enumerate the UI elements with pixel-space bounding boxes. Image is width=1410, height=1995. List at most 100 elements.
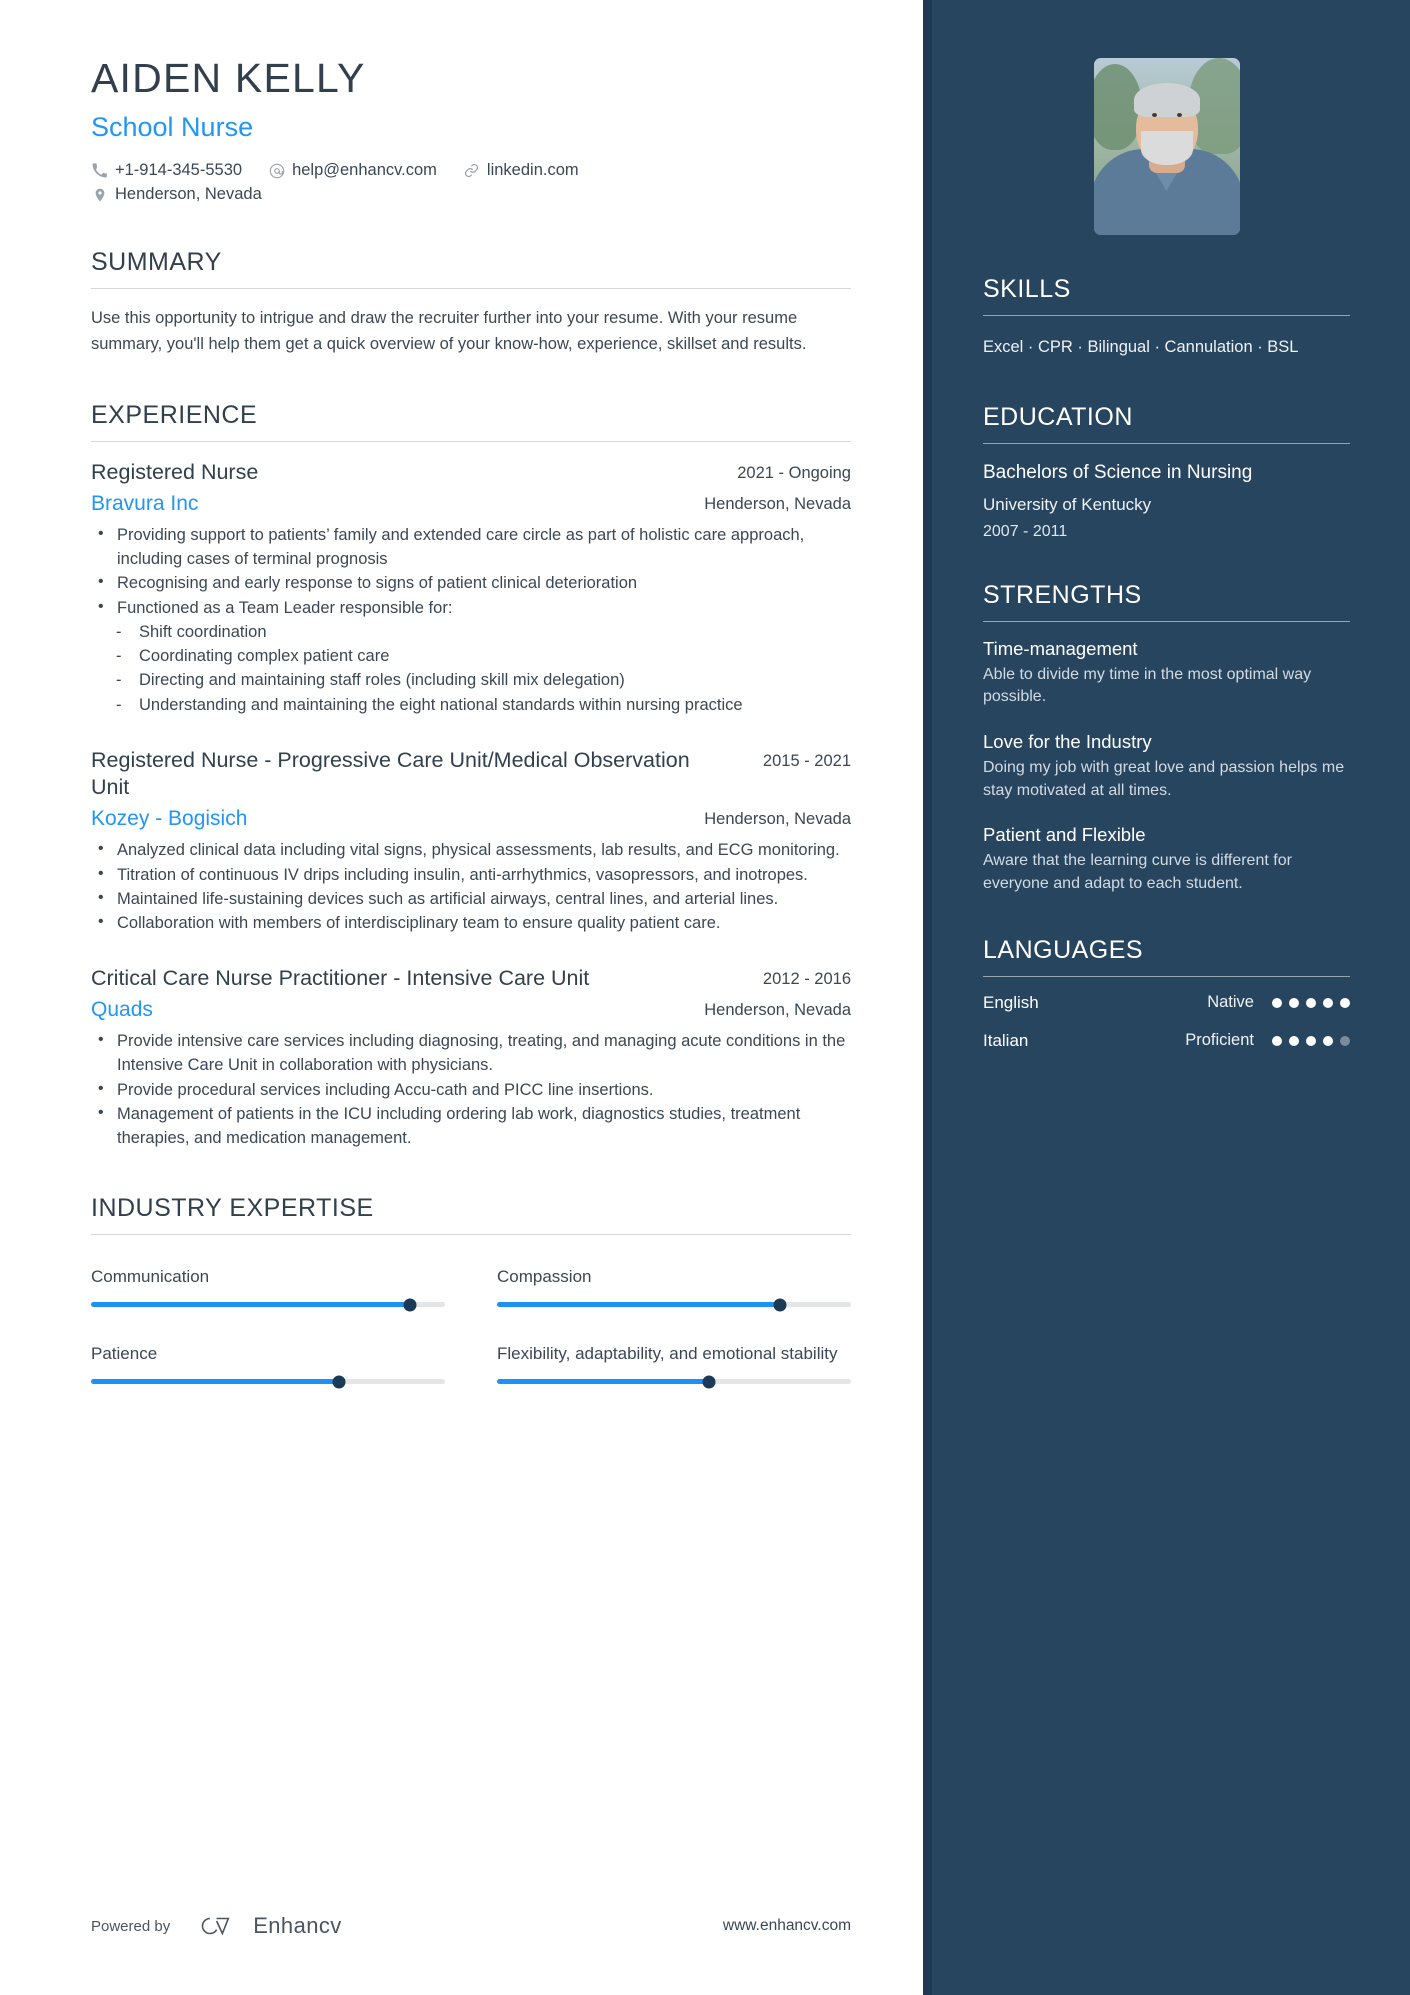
strengths-heading: STRENGTHS: [983, 580, 1142, 609]
strength-description: Doing my job with great love and passion…: [983, 759, 1345, 799]
job-bullet: Recognising and early response to signs …: [91, 570, 851, 595]
job-bullet: Functioned as a Team Leader responsible …: [91, 595, 851, 620]
job-dates: 2021 - Ongoing: [737, 464, 851, 483]
language-level-dot: [1340, 997, 1350, 1008]
summary-section: SUMMARY Use this opportunity to intrigue…: [91, 248, 851, 357]
language-level-dots: [1272, 1035, 1350, 1046]
education-degree: Bachelors of Science in Nursing: [983, 462, 1253, 484]
experience-entry: Critical Care Nurse Practitioner - Inten…: [91, 965, 851, 1150]
expertise-slider-fill: [497, 1302, 781, 1308]
enhancv-logo-icon: [196, 1913, 242, 1939]
expertise-slider[interactable]: [91, 1298, 445, 1312]
expertise-slider-knob[interactable]: [403, 1298, 417, 1312]
phone-icon: [91, 162, 108, 179]
job-subbullet: Understanding and maintaining the eight …: [91, 693, 851, 718]
expertise-slider[interactable]: [91, 1375, 445, 1389]
industry-expertise-divider: [91, 1234, 851, 1236]
expertise-label: Compassion: [497, 1267, 592, 1287]
contact-location: Henderson, Nevada: [91, 185, 262, 204]
contact-info: +1-914-345-5530 help@enhancv.com linkedi…: [91, 161, 851, 204]
skills-list-text: Excel · CPR · Bilingual · Cannulation · …: [983, 338, 1299, 356]
experience-entry-subheader: Bravura Inc Henderson, Nevada: [91, 490, 851, 517]
job-bullet-list: Providing support to patients’ family an…: [91, 522, 851, 620]
language-level-dot: [1272, 1035, 1282, 1046]
languages-heading: LANGUAGES: [983, 935, 1144, 964]
experience-entry: Registered Nurse - Progressive Care Unit…: [91, 747, 851, 935]
job-bullet: Provide procedural services including Ac…: [91, 1077, 851, 1102]
job-bullet: Management of patients in the ICU includ…: [91, 1101, 851, 1151]
sidebar: SKILLS Excel · CPR · Bilingual · Cannula…: [923, 0, 1410, 1995]
job-subbullet: Coordinating complex patient care: [91, 644, 851, 669]
education-dates: 2007 - 2011: [983, 522, 1068, 540]
experience-entry-header: Critical Care Nurse Practitioner - Inten…: [91, 965, 851, 993]
language-level-dot: [1272, 997, 1282, 1008]
expertise-slider[interactable]: [497, 1298, 851, 1312]
resume-page: AIDEN KELLY School Nurse +1-914-345-5530…: [0, 0, 1410, 1995]
language-level-dot: [1289, 1035, 1299, 1046]
language-level-dot: [1306, 1035, 1316, 1046]
expertise-slider-fill: [91, 1302, 410, 1308]
job-company[interactable]: Bravura Inc: [91, 490, 198, 517]
job-bullet-list: Provide intensive care services includin…: [91, 1028, 851, 1151]
job-location: Henderson, Nevada: [704, 1000, 851, 1019]
job-dates: 2012 - 2016: [762, 970, 851, 989]
strength-name: Love for the Industry: [983, 731, 1152, 753]
skills-heading: SKILLS: [983, 275, 1071, 303]
expertise-slider-knob[interactable]: [332, 1375, 346, 1389]
enhancv-brand-text: Enhancv: [253, 1913, 342, 1938]
expertise-item: Compassion: [497, 1252, 851, 1325]
strength-name: Patient and Flexible: [983, 824, 1146, 846]
strengths-section: STRENGTHS Time-management Able to divide …: [983, 581, 1350, 896]
expertise-label: Communication: [91, 1267, 210, 1287]
job-bullet: Maintained life-sustaining devices such …: [91, 886, 851, 911]
job-title: Registered Nurse - Progressive Care Unit…: [91, 747, 690, 800]
job-location: Henderson, Nevada: [704, 494, 851, 513]
skills-section: SKILLS Excel · CPR · Bilingual · Cannula…: [983, 275, 1350, 363]
contact-email[interactable]: help@enhancv.com: [268, 161, 437, 180]
strength-item: Love for the Industry Doing my job with g…: [983, 731, 1350, 802]
job-subbullet: Shift coordination: [91, 620, 851, 645]
education-heading: EDUCATION: [983, 403, 1133, 432]
expertise-slider-fill: [91, 1379, 339, 1385]
email-icon: [268, 162, 285, 179]
education-list: Bachelors of Science in Nursing Universit…: [983, 460, 1350, 540]
strengths-divider: [983, 620, 1350, 622]
language-level-dot: [1289, 997, 1299, 1008]
experience-entry-subheader: Kozey - Bogisich Henderson, Nevada: [91, 805, 851, 832]
language-level-dot: [1306, 997, 1316, 1008]
language-level-dot: [1340, 1035, 1350, 1046]
industry-expertise-heading: INDUSTRY EXPERTISE: [91, 1194, 374, 1223]
job-company[interactable]: Kozey - Bogisich: [91, 805, 247, 832]
summary-text: Use this opportunity to intrigue and dra…: [91, 309, 807, 353]
job-role-subtitle: School Nurse: [91, 112, 254, 143]
powered-by-label: Powered by: [91, 1917, 171, 1935]
language-level-dot: [1323, 1035, 1333, 1046]
expertise-item: Communication: [91, 1252, 445, 1325]
expertise-slider-knob[interactable]: [773, 1298, 787, 1312]
strength-item: Time-management Able to divide my time in…: [983, 638, 1350, 709]
strength-item: Patient and Flexible Aware that the learn…: [983, 824, 1350, 895]
job-subbullet: Directing and maintaining staff roles (i…: [91, 668, 851, 693]
contact-linkedin[interactable]: linkedin.com: [463, 161, 579, 180]
contact-phone[interactable]: +1-914-345-5530: [91, 161, 242, 180]
job-location: Henderson, Nevada: [704, 809, 851, 828]
page-title: AIDEN KELLY: [91, 55, 366, 101]
expertise-slider-knob[interactable]: [702, 1375, 716, 1389]
experience-entry-subheader: Quads Henderson, Nevada: [91, 996, 851, 1023]
languages-divider: [983, 975, 1350, 977]
job-bullet: Providing support to patients’ family an…: [91, 522, 851, 572]
education-divider: [983, 443, 1350, 445]
contact-line-primary: +1-914-345-5530 help@enhancv.com linkedi…: [91, 161, 851, 180]
languages-section: LANGUAGES English Native Italian Proficient: [983, 936, 1350, 1051]
link-icon: [463, 162, 480, 179]
website-text: www.enhancv.com: [722, 1917, 851, 1934]
language-level: Native: [1207, 993, 1254, 1012]
expertise-slider[interactable]: [497, 1375, 851, 1389]
language-name: English: [983, 992, 1039, 1012]
expertise-slider-fill: [497, 1379, 710, 1385]
expertise-label: Patience: [91, 1344, 158, 1364]
contact-line-location: Henderson, Nevada: [91, 185, 851, 204]
summary-divider: [91, 288, 851, 290]
job-company[interactable]: Quads: [91, 996, 153, 1023]
footer: Powered by Enhancv www.enhancv.com: [91, 1913, 851, 1939]
